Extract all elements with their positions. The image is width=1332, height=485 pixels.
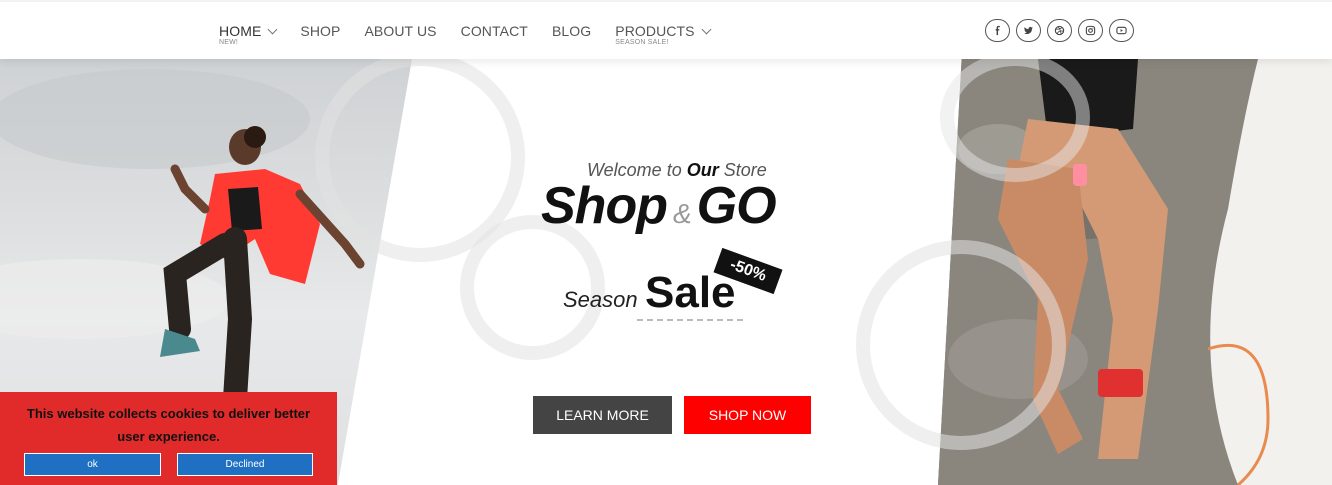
- sale-underline: [637, 319, 743, 321]
- nav-about-label: ABOUT US: [364, 23, 437, 39]
- decor-ring: [856, 240, 1066, 450]
- nav-products-label: PRODUCTS: [615, 23, 695, 39]
- nav-contact-label: CONTACT: [460, 23, 528, 39]
- nav-home-label: HOME: [219, 23, 262, 39]
- nav-home[interactable]: HOME NEW!: [219, 22, 278, 46]
- facebook-icon[interactable]: [985, 19, 1010, 42]
- learn-more-button[interactable]: LEARN MORE: [533, 396, 672, 434]
- nav-home-badge: NEW!: [219, 39, 239, 46]
- cookie-ok-button[interactable]: ok: [24, 453, 161, 476]
- brand-ampersand: &: [672, 198, 692, 229]
- youtube-icon[interactable]: [1109, 19, 1134, 42]
- shop-now-button[interactable]: SHOP NOW: [684, 396, 811, 434]
- nav-blog[interactable]: BLOG: [552, 22, 591, 40]
- season-text: Season: [563, 287, 638, 312]
- nav-shop[interactable]: SHOP: [300, 22, 340, 40]
- site-header: HOME NEW! SHOP ABOUT US CONTACT BLOG PRO…: [0, 0, 1332, 59]
- nav-shop-label: SHOP: [300, 23, 341, 39]
- decor-ring: [940, 52, 1090, 182]
- dribbble-icon[interactable]: [1047, 19, 1072, 42]
- nav-products-badge: SEASON SALE!: [615, 39, 669, 46]
- main-nav: HOME NEW! SHOP ABOUT US CONTACT BLOG PRO…: [219, 22, 734, 46]
- nav-contact[interactable]: CONTACT: [461, 22, 528, 40]
- nav-about-us[interactable]: ABOUT US: [364, 22, 436, 40]
- nav-products[interactable]: PRODUCTS SEASON SALE!: [615, 22, 712, 46]
- chevron-down-icon: [267, 24, 278, 35]
- instagram-icon[interactable]: [1078, 19, 1103, 42]
- cookie-declined-button[interactable]: Declined: [177, 453, 313, 476]
- twitter-icon[interactable]: [1016, 19, 1041, 42]
- brand-shop: Shop: [541, 177, 668, 235]
- page: HOME NEW! SHOP ABOUT US CONTACT BLOG PRO…: [0, 0, 1332, 485]
- cookie-message: This website collects cookies to deliver…: [26, 406, 311, 444]
- nav-blog-label: BLOG: [551, 23, 592, 39]
- social-links: [985, 19, 1140, 42]
- chevron-down-icon: [701, 24, 712, 35]
- brand-title: Shop & GO: [541, 176, 777, 236]
- brand-go: GO: [696, 177, 777, 235]
- cookie-banner: This website collects cookies to deliver…: [0, 392, 337, 485]
